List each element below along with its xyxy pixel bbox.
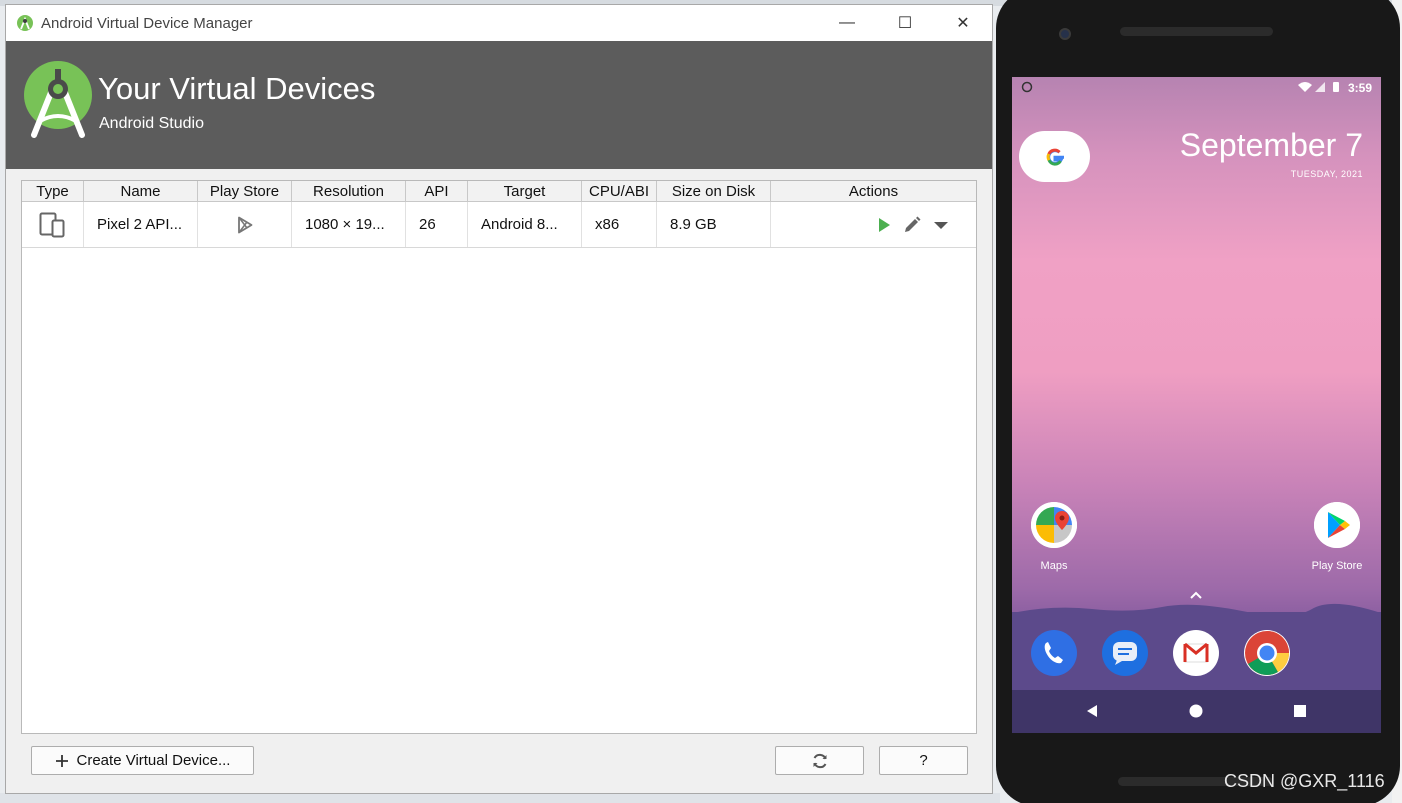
- column-header-size-on-disk[interactable]: Size on Disk: [657, 181, 771, 202]
- home-dock: [1012, 612, 1381, 690]
- status-time: 3:59: [1348, 81, 1373, 95]
- play-store-icon: [237, 216, 252, 234]
- column-header-type[interactable]: Type: [22, 181, 84, 202]
- maximize-button[interactable]: ☐: [876, 5, 934, 41]
- gmail-app-icon[interactable]: [1173, 630, 1219, 676]
- plus-icon: [55, 754, 68, 767]
- maps-app-label: Maps: [1040, 560, 1068, 572]
- create-virtual-device-label: Create Virtual Device...: [76, 752, 231, 769]
- google-search-widget[interactable]: [1019, 131, 1090, 182]
- emulator-screen[interactable]: 3:59 September 7 TUESDAY, 2021 Maps Play…: [1012, 77, 1381, 733]
- status-icons: [1298, 82, 1339, 92]
- size-on-disk-cell: 8.9 GB: [657, 202, 771, 247]
- gmail-envelope-icon: [1183, 642, 1209, 663]
- column-header-name[interactable]: Name: [84, 181, 198, 202]
- page-subtitle: Android Studio: [99, 115, 204, 132]
- table-header: Type Name Play Store Resolution API Targ…: [22, 181, 976, 202]
- play-store-cell: [198, 202, 292, 247]
- help-button[interactable]: ?: [879, 746, 968, 775]
- phone-app-icon[interactable]: [1031, 630, 1077, 676]
- page-title: Your Virtual Devices: [98, 71, 376, 106]
- phone-tablet-icon: [39, 212, 64, 238]
- target-cell: Android 8...: [468, 202, 582, 247]
- device-type-cell: [22, 202, 84, 247]
- phone-handset-icon: [1044, 642, 1063, 664]
- minimize-button[interactable]: —: [818, 5, 876, 41]
- chevron-down-icon[interactable]: [932, 216, 950, 234]
- maps-app-icon[interactable]: [1031, 502, 1077, 548]
- recents-nav-icon[interactable]: [1293, 704, 1307, 718]
- resolution-cell: 1080 × 19...: [292, 202, 406, 247]
- chrome-app-icon[interactable]: [1244, 630, 1290, 676]
- api-cell: 26: [406, 202, 468, 247]
- launch-play-icon[interactable]: [876, 217, 892, 233]
- header-banner: Your Virtual Devices Android Studio: [6, 41, 992, 169]
- play-store-logo-icon: [1314, 502, 1360, 548]
- message-bubble-icon: [1113, 642, 1137, 665]
- column-header-actions[interactable]: Actions: [771, 181, 976, 202]
- home-nav-icon[interactable]: [1189, 704, 1203, 718]
- android-studio-logo: [24, 61, 92, 138]
- column-header-target[interactable]: Target: [468, 181, 582, 202]
- column-header-play-store[interactable]: Play Store: [198, 181, 292, 202]
- home-date: September 7: [1179, 127, 1363, 163]
- refresh-button[interactable]: [775, 746, 864, 775]
- actions-cell: [771, 202, 976, 247]
- android-studio-icon: [17, 15, 33, 31]
- back-nav-icon[interactable]: [1085, 704, 1099, 718]
- google-g-icon: [1046, 148, 1064, 166]
- create-virtual-device-button[interactable]: Create Virtual Device...: [31, 746, 254, 775]
- csdn-watermark: CSDN @GXR_1116: [1224, 771, 1385, 791]
- device-name-cell: Pixel 2 API...: [84, 202, 198, 247]
- avd-manager-window: Android Virtual Device Manager — ☐ ✕ You…: [5, 4, 993, 794]
- app-drawer-chevron-up-icon[interactable]: [1189, 590, 1203, 600]
- front-camera: [1059, 28, 1071, 40]
- device-table: Type Name Play Store Resolution API Targ…: [21, 180, 977, 734]
- messages-app-icon[interactable]: [1102, 630, 1148, 676]
- close-button[interactable]: ✕: [934, 5, 992, 41]
- column-header-resolution[interactable]: Resolution: [292, 181, 406, 202]
- play-store-app-label: Play Store: [1311, 560, 1363, 572]
- top-speaker: [1120, 27, 1273, 36]
- cpu-abi-cell: x86: [582, 202, 657, 247]
- desktop-taskbar-strip: [0, 793, 1000, 803]
- window-title: Android Virtual Device Manager: [41, 14, 253, 32]
- status-notification-icon: [1021, 81, 1033, 93]
- edit-pencil-icon[interactable]: [902, 215, 922, 235]
- refresh-icon: [813, 753, 826, 768]
- title-bar[interactable]: Android Virtual Device Manager — ☐ ✕: [6, 5, 992, 41]
- table-row[interactable]: Pixel 2 API... 1080 × 19... 26 Android 8…: [22, 202, 976, 248]
- column-header-api[interactable]: API: [406, 181, 468, 202]
- chrome-logo-icon: [1245, 631, 1289, 675]
- android-nav-bar: [1012, 690, 1381, 733]
- home-weekday-year: TUESDAY, 2021: [1290, 169, 1363, 179]
- maps-icon: [1031, 502, 1077, 548]
- play-store-app-icon[interactable]: [1314, 502, 1360, 548]
- column-header-cpu-abi[interactable]: CPU/ABI: [582, 181, 657, 202]
